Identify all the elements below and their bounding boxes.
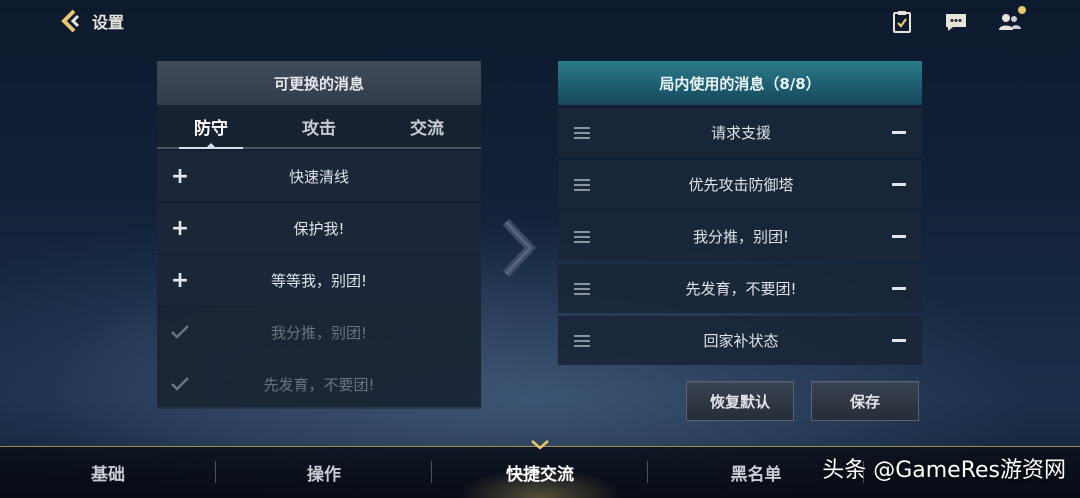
chevron-right-icon — [502, 218, 536, 278]
list-item-label: 等等我，别团! — [270, 271, 367, 290]
check-icon — [157, 325, 203, 339]
list-item: 先发育，不要团! — [157, 359, 481, 409]
list-item: 先发育，不要团! — [558, 264, 922, 313]
list-item: 优先攻击防御塔 — [558, 160, 922, 209]
in-game-messages-title: 局内使用的消息（8/8） — [558, 61, 922, 105]
back-arrow-icon — [61, 9, 80, 33]
nav-tab-label: 操作 — [307, 465, 341, 485]
drag-handle-icon[interactable] — [558, 178, 606, 191]
in-game-messages-panel: 局内使用的消息（8/8） 请求支援 优先攻击防御塔 我分推，别团! 先发育，不要… — [558, 61, 922, 365]
chat-icon[interactable] — [944, 10, 968, 34]
nav-tab-basic[interactable]: 基础 — [0, 447, 216, 498]
list-item[interactable]: + 等等我，别团! — [157, 255, 481, 305]
remove-icon[interactable] — [876, 338, 922, 343]
list-item-label: 请求支援 — [710, 124, 771, 142]
plus-icon: + — [170, 163, 190, 189]
friends-icon[interactable] — [998, 6, 1026, 34]
list-item[interactable]: + 快速清线 — [157, 151, 481, 201]
chevron-down-icon — [531, 440, 549, 450]
remove-icon[interactable] — [876, 182, 922, 187]
list-item-label: 快速清线 — [288, 167, 349, 186]
tab-communication[interactable]: 交流 — [373, 105, 481, 147]
drag-handle-icon[interactable] — [558, 230, 606, 243]
list-item-label: 我分推，别团! — [692, 228, 789, 246]
remove-icon[interactable] — [876, 130, 922, 135]
drag-handle-icon[interactable] — [558, 334, 606, 347]
remove-icon[interactable] — [876, 234, 922, 239]
list-item: 我分推，别团! — [558, 212, 922, 261]
nav-tab-quick-chat[interactable]: 快捷交流 — [432, 440, 648, 498]
page-title: 设置 — [92, 13, 125, 32]
drag-handle-icon[interactable] — [558, 126, 606, 139]
tab-caret-icon — [205, 143, 217, 149]
nav-tab-label: 黑名单 — [730, 465, 782, 485]
replaceable-messages-title: 可更换的消息 — [157, 61, 481, 105]
plus-icon: + — [170, 215, 190, 241]
list-item: 回家补状态 — [558, 316, 922, 365]
notification-dot — [1018, 6, 1026, 14]
list-item: 请求支援 — [558, 108, 922, 157]
tab-attack[interactable]: 攻击 — [265, 105, 373, 147]
remove-icon[interactable] — [876, 286, 922, 291]
plus-icon: + — [170, 267, 190, 293]
back-button[interactable]: 设置 — [58, 8, 124, 34]
save-button[interactable]: 保存 — [811, 381, 919, 421]
list-item: 我分推，别团! — [157, 307, 481, 357]
replaceable-messages-panel: 可更换的消息 防守 攻击 交流 + 快速清线 + 保护我! + 等等我，别团! … — [157, 61, 481, 409]
list-item-label: 先发育，不要团! — [685, 280, 797, 298]
top-icons — [890, 6, 1026, 34]
category-tabs: 防守 攻击 交流 — [157, 105, 481, 149]
list-item-label: 先发育，不要团! — [263, 375, 375, 394]
list-item-label: 优先攻击防御塔 — [688, 176, 794, 194]
reset-default-button[interactable]: 恢复默认 — [686, 381, 794, 421]
tab-defense[interactable]: 防守 — [157, 105, 265, 149]
task-icon[interactable] — [890, 10, 914, 34]
drag-handle-icon[interactable] — [558, 282, 606, 295]
list-item-label: 回家补状态 — [703, 332, 779, 350]
check-icon — [157, 377, 203, 391]
nav-tab-label: 基础 — [91, 465, 125, 485]
list-item-label: 保护我! — [293, 219, 345, 238]
nav-tab-controls[interactable]: 操作 — [216, 447, 432, 498]
nav-tab-label: 快捷交流 — [506, 465, 574, 485]
watermark: 头条 @GameRes游资网 — [822, 458, 1066, 483]
list-item[interactable]: + 保护我! — [157, 203, 481, 253]
list-item-label: 我分推，别团! — [270, 323, 367, 342]
top-bar: 设置 — [0, 0, 1080, 44]
